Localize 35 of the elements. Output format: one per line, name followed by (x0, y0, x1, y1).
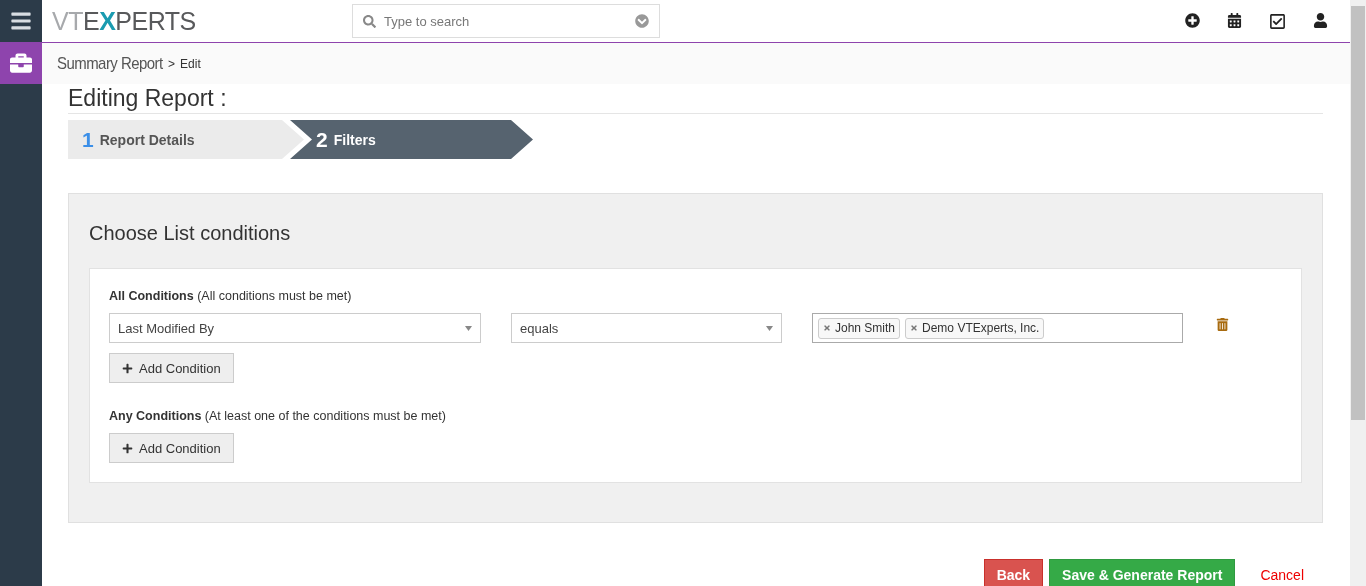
section-heading: Any Conditions (At least one of the conditions must be met) (109, 409, 447, 423)
value-tag[interactable]: Demo VTExperts, Inc. (905, 317, 1045, 339)
checkbox-icon[interactable] (1269, 12, 1286, 30)
caret-icon (465, 325, 472, 331)
value-tag[interactable]: John Smith (818, 317, 901, 339)
scrollbar[interactable] (1350, 0, 1366, 586)
breadcrumb-link[interactable]: Summary Report (57, 53, 163, 74)
cancel-link[interactable]: Cancel (1247, 559, 1317, 586)
add-condition-button[interactable]: Add Condition (109, 353, 234, 383)
user-icon[interactable] (1313, 12, 1328, 28)
remove-icon[interactable] (910, 324, 919, 332)
caret-icon (766, 325, 773, 331)
delete-icon[interactable] (1216, 318, 1229, 331)
breadcrumb-separator: > (168, 56, 176, 71)
search-icon (363, 14, 376, 28)
chevron-down-icon[interactable] (635, 14, 649, 28)
add-icon[interactable] (1185, 12, 1200, 28)
logo[interactable]: VTEXPERTS (52, 6, 352, 36)
value-field[interactable]: John Smith Demo VTExperts, Inc. (812, 313, 1183, 343)
action-button[interactable]: Back (983, 559, 1044, 586)
briefcase-icon[interactable] (0, 42, 42, 84)
wizard-step[interactable]: 1 Report Details (68, 120, 304, 159)
page-title: Editing Report : (68, 85, 1323, 114)
search-bar[interactable]: Type to search (352, 4, 660, 38)
breadcrumb-current: Edit (180, 56, 201, 71)
add-condition-button[interactable]: Add Condition (109, 433, 234, 463)
section-heading: All Conditions (All conditions must be met) (109, 289, 353, 303)
remove-icon[interactable] (823, 324, 831, 332)
panel-title: Choose List conditions (89, 222, 292, 245)
operator-select[interactable]: equals (511, 313, 782, 343)
plus-icon (122, 442, 133, 454)
plus-icon (122, 362, 133, 374)
field-select[interactable]: Last Modified By (109, 313, 481, 343)
wizard-step[interactable]: 2 Filters (290, 120, 533, 159)
calendar-icon[interactable] (1227, 12, 1242, 28)
